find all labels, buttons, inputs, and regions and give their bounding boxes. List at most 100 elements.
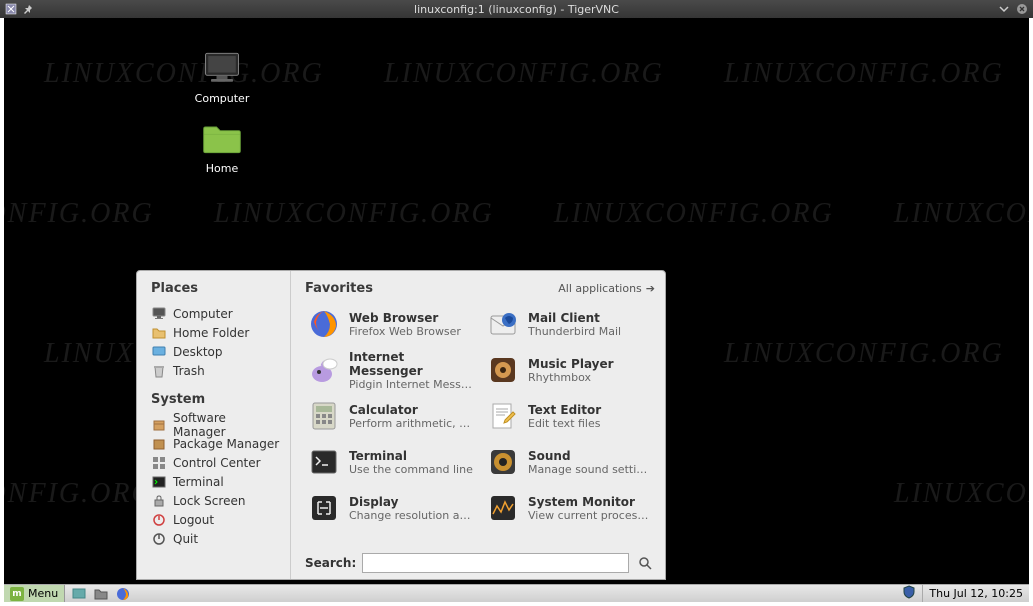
clock-label: Thu Jul 12, 10:25 <box>929 587 1023 600</box>
menu-item-label: Computer <box>173 307 233 321</box>
favorite-display[interactable]: DisplayChange resolution and p... <box>305 486 476 530</box>
favorite-mail-client[interactable]: Mail ClientThunderbird Mail <box>484 302 655 346</box>
favorite-sound[interactable]: SoundManage sound settings <box>484 440 655 484</box>
fav-title: Text Editor <box>528 403 601 417</box>
tray-icon[interactable] <box>902 585 916 602</box>
watermark: LINUXCONFIG.ORG <box>0 198 154 230</box>
favorite-calculator[interactable]: CalculatorPerform arithmetic, scie... <box>305 394 476 438</box>
menu-item-label: Package Manager <box>173 437 279 451</box>
desktop-icon-home[interactable]: Home <box>182 118 262 175</box>
computer-icon <box>198 48 246 88</box>
system-item-logout[interactable]: Logout <box>151 510 282 529</box>
search-input[interactable] <box>362 553 629 573</box>
calculator-icon <box>307 399 341 433</box>
search-button[interactable] <box>635 553 655 573</box>
folder-icon <box>198 118 246 158</box>
places-item-computer[interactable]: Computer <box>151 304 282 323</box>
power-icon <box>151 531 167 547</box>
launcher-firefox[interactable] <box>115 586 131 602</box>
thunderbird-icon <box>486 307 520 341</box>
lock-icon <box>151 493 167 509</box>
places-heading: Places <box>151 281 282 296</box>
menu-item-label: Lock Screen <box>173 494 245 508</box>
vnc-title-bar: linuxconfig:1 (linuxconfig) - TigerVNC <box>0 0 1033 18</box>
close-button[interactable] <box>1015 2 1029 16</box>
system-item-control-center[interactable]: Control Center <box>151 453 282 472</box>
favorite-music-player[interactable]: Music PlayerRhythmbox <box>484 348 655 392</box>
show-desktop-icon <box>71 586 87 602</box>
desktop-icon-computer[interactable]: Computer <box>182 48 262 105</box>
clock[interactable]: Thu Jul 12, 10:25 <box>922 585 1029 602</box>
fav-desc: Rhythmbox <box>528 371 614 384</box>
minimize-button[interactable] <box>997 2 1011 16</box>
menu-item-label: Desktop <box>173 345 223 359</box>
watermark: LINUXCONFIG.ORG <box>894 198 1033 230</box>
mint-logo-icon: m <box>10 587 24 601</box>
fav-title: Calculator <box>349 403 474 417</box>
system-item-quit[interactable]: Quit <box>151 529 282 548</box>
fav-title: Mail Client <box>528 311 621 325</box>
text-editor-icon <box>486 399 520 433</box>
window-icon <box>4 2 18 16</box>
fav-desc: Use the command line <box>349 463 473 476</box>
favorites-heading: Favorites <box>305 281 373 296</box>
favorite-terminal[interactable]: TerminalUse the command line <box>305 440 476 484</box>
window-title: linuxconfig:1 (linuxconfig) - TigerVNC <box>36 3 997 16</box>
places-item-trash[interactable]: Trash <box>151 361 282 380</box>
favorite-web-browser[interactable]: Web BrowserFirefox Web Browser <box>305 302 476 346</box>
desktop[interactable]: LINUXCONFIG.ORG LINUXCONFIG.ORG LINUXCON… <box>4 18 1029 584</box>
sound-icon <box>486 445 520 479</box>
fav-desc: Edit text files <box>528 417 601 430</box>
places-item-desktop[interactable]: Desktop <box>151 342 282 361</box>
fav-desc: Manage sound settings <box>528 463 653 476</box>
rhythmbox-icon <box>486 353 520 387</box>
computer-icon <box>151 306 167 322</box>
menu-right-pane: Favorites All applications ➔ Web Browser… <box>291 271 665 579</box>
system-item-software-manager[interactable]: Software Manager <box>151 415 282 434</box>
pin-icon[interactable] <box>22 2 36 16</box>
places-item-home-folder[interactable]: Home Folder <box>151 323 282 342</box>
favorite-internet-messenger[interactable]: Internet MessengerPidgin Internet Messen… <box>305 348 476 392</box>
watermark: LINUXCONFIG.ORG <box>384 58 664 90</box>
fav-desc: Change resolution and p... <box>349 509 474 522</box>
system-heading: System <box>151 392 282 407</box>
favorite-system-monitor[interactable]: System MonitorView current processes ... <box>484 486 655 530</box>
watermark: LINUXCONFIG.ORG <box>0 478 154 510</box>
fav-title: Display <box>349 495 474 509</box>
menu-button[interactable]: m Menu <box>4 585 65 602</box>
arrow-right-icon: ➔ <box>646 282 655 295</box>
taskbar: m Menu Thu Jul 12, 10:25 <box>4 584 1029 602</box>
logout-icon <box>151 512 167 528</box>
system-monitor-icon <box>486 491 520 525</box>
terminal-icon <box>307 445 341 479</box>
display-icon <box>307 491 341 525</box>
menu-item-label: Software Manager <box>173 411 282 439</box>
all-applications-label: All applications <box>558 282 642 295</box>
terminal-icon <box>151 474 167 490</box>
launcher-files[interactable] <box>93 586 109 602</box>
system-item-terminal[interactable]: Terminal <box>151 472 282 491</box>
package-icon <box>151 436 167 452</box>
all-applications-link[interactable]: All applications ➔ <box>558 282 655 295</box>
firefox-icon <box>307 307 341 341</box>
fav-desc: Perform arithmetic, scie... <box>349 417 474 430</box>
menu-item-label: Quit <box>173 532 198 546</box>
watermark: LINUXCONFIG.ORG <box>554 198 834 230</box>
fav-desc: View current processes ... <box>528 509 653 522</box>
desktop-icon-label: Home <box>182 162 262 175</box>
watermark: LINUXCONFIG.ORG <box>724 338 1004 370</box>
launcher-show-desktop[interactable] <box>71 586 87 602</box>
firefox-icon <box>115 586 131 602</box>
files-icon <box>93 586 109 602</box>
desktop-icon <box>151 344 167 360</box>
fav-title: Sound <box>528 449 653 463</box>
system-item-lock-screen[interactable]: Lock Screen <box>151 491 282 510</box>
system-item-package-manager[interactable]: Package Manager <box>151 434 282 453</box>
fav-desc: Firefox Web Browser <box>349 325 461 338</box>
fav-desc: Pidgin Internet Messeng... <box>349 378 474 391</box>
favorite-text-editor[interactable]: Text EditorEdit text files <box>484 394 655 438</box>
fav-title: Music Player <box>528 357 614 371</box>
menu-item-label: Trash <box>173 364 205 378</box>
menu-button-label: Menu <box>28 587 58 600</box>
desktop-icon-label: Computer <box>182 92 262 105</box>
